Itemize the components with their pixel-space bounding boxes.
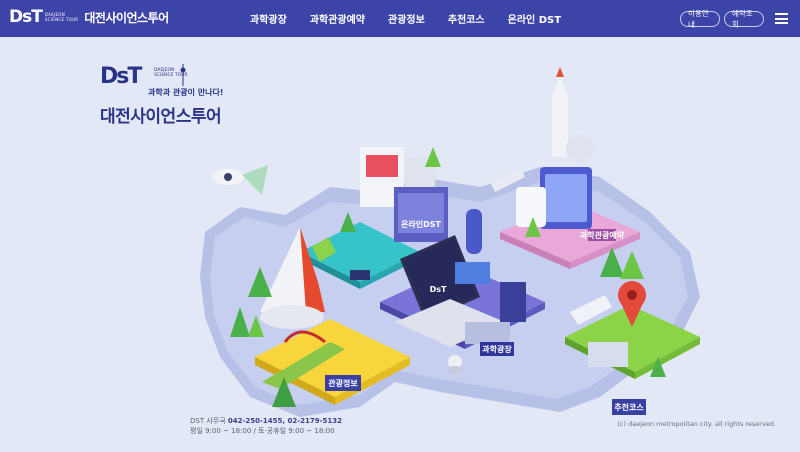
online-zone-label: 온라인DST: [401, 219, 441, 229]
office-label: DST 사무국: [190, 417, 226, 425]
nav-tour-info[interactable]: 관광정보: [388, 11, 425, 26]
reservation-zone-label: 과학관광예약: [580, 230, 625, 240]
office-hours: 평일 9:00 ~ 18:00 / 토·공휴일 9:00 ~ 18:00: [190, 427, 335, 435]
copyright: (c) daejeon metropolitan city. all right…: [617, 420, 776, 428]
robot-icon: [447, 355, 463, 374]
footer-contact: DST 사무국 042-250-1455, 02-2179-5132 평일 9:…: [190, 416, 342, 436]
nav-online-dst[interactable]: 온라인 DST: [508, 11, 561, 26]
zone-reservation[interactable]: 과학관광예약: [490, 67, 640, 269]
reservation-check-button[interactable]: 예약조회: [724, 9, 764, 29]
logo-mark: DsT: [9, 7, 43, 27]
nav-science-tour-reservation[interactable]: 과학관광예약: [310, 11, 365, 26]
drone-icon: [212, 165, 268, 195]
office-phone: 042-250-1455, 02-2179-5132: [227, 417, 343, 425]
nav-recommended-course[interactable]: 추천코스: [448, 11, 485, 26]
isometric-map-illustration: 과학관광예약 온라인DST 관광정보 DsT 과학광장 추천코스: [200, 67, 700, 417]
main-nav: 과학광장 과학관광예약 관광정보 추천코스 온라인 DST: [250, 0, 584, 37]
science-zone-label: 과학광장: [482, 344, 512, 354]
guide-button[interactable]: 이용안내: [680, 9, 720, 29]
laptop-dst-text: DsT: [430, 285, 447, 294]
course-zone-label: 추천코스: [614, 402, 644, 412]
hamburger-menu-icon[interactable]: [775, 13, 788, 24]
top-header: DsT DAEJEON SCIENCE TOUR 대전사이언스투어 과학광장 과…: [0, 0, 800, 37]
nav-science-plaza[interactable]: 과학광장: [250, 11, 287, 26]
tourism-zone-label: 관광정보: [328, 378, 358, 388]
logo-subtitle: DAEJEON SCIENCE TOUR: [44, 12, 79, 22]
site-logo[interactable]: DsT DAEJEON SCIENCE TOUR 대전사이언스투어: [9, 7, 169, 27]
logo-title: 대전사이언스투어: [84, 10, 169, 25]
